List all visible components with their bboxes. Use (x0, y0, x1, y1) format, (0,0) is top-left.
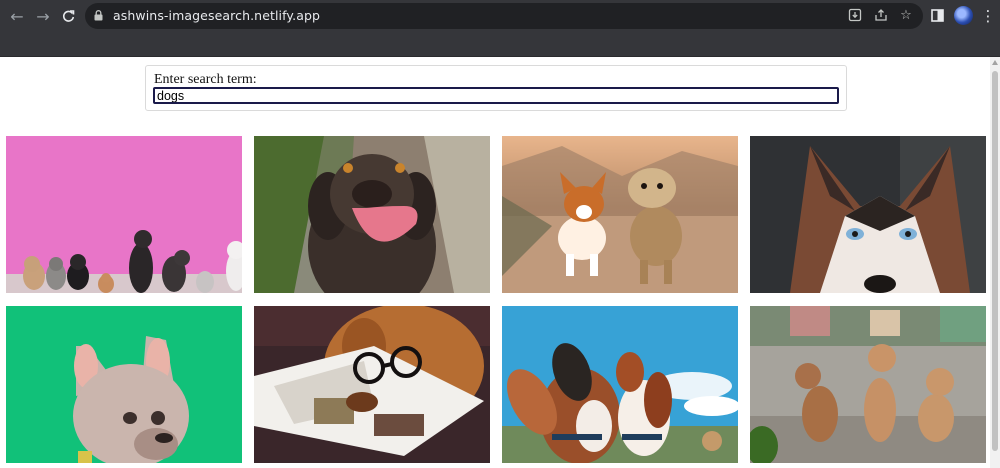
result-image-three-puppies[interactable] (750, 306, 986, 463)
bookmarks-bar (0, 32, 1000, 57)
profile-avatar[interactable] (954, 6, 973, 25)
browser-toolbar: ← → ashwins-imagesearch.netlify.app ☆ ⋮ (0, 0, 1000, 32)
back-icon[interactable]: ← (6, 5, 28, 27)
share-icon[interactable] (873, 8, 889, 24)
forward-icon[interactable]: → (32, 5, 54, 27)
scroll-up-arrow-icon[interactable] (992, 60, 998, 65)
address-bar[interactable]: ashwins-imagesearch.netlify.app ☆ (85, 3, 923, 29)
result-image-dogs-blue-sky[interactable] (502, 306, 738, 463)
result-image-corgi-yorkie[interactable] (502, 136, 738, 293)
search-input[interactable] (153, 87, 839, 104)
download-icon[interactable] (847, 8, 863, 24)
bookmark-star-icon[interactable]: ☆ (898, 8, 914, 24)
result-image-labrador-licking[interactable] (254, 136, 490, 293)
result-image-french-bulldog[interactable] (6, 306, 242, 463)
lock-icon[interactable] (94, 10, 103, 21)
page-scrollbar[interactable] (990, 57, 1000, 468)
sidebar-icon[interactable] (927, 6, 947, 26)
search-label: Enter search term: (154, 72, 257, 87)
browser-chrome: ← → ashwins-imagesearch.netlify.app ☆ ⋮ (0, 0, 1000, 57)
more-menu-icon[interactable]: ⋮ (978, 6, 998, 26)
search-form: Enter search term: (145, 65, 847, 111)
scroll-thumb[interactable] (992, 71, 998, 451)
url-text: ashwins-imagesearch.netlify.app (113, 8, 321, 23)
result-image-husky[interactable] (750, 136, 986, 293)
result-image-dogs-pink-wall[interactable] (6, 136, 242, 293)
reload-icon[interactable] (57, 5, 79, 27)
result-image-dog-glasses-magazine[interactable] (254, 306, 490, 463)
